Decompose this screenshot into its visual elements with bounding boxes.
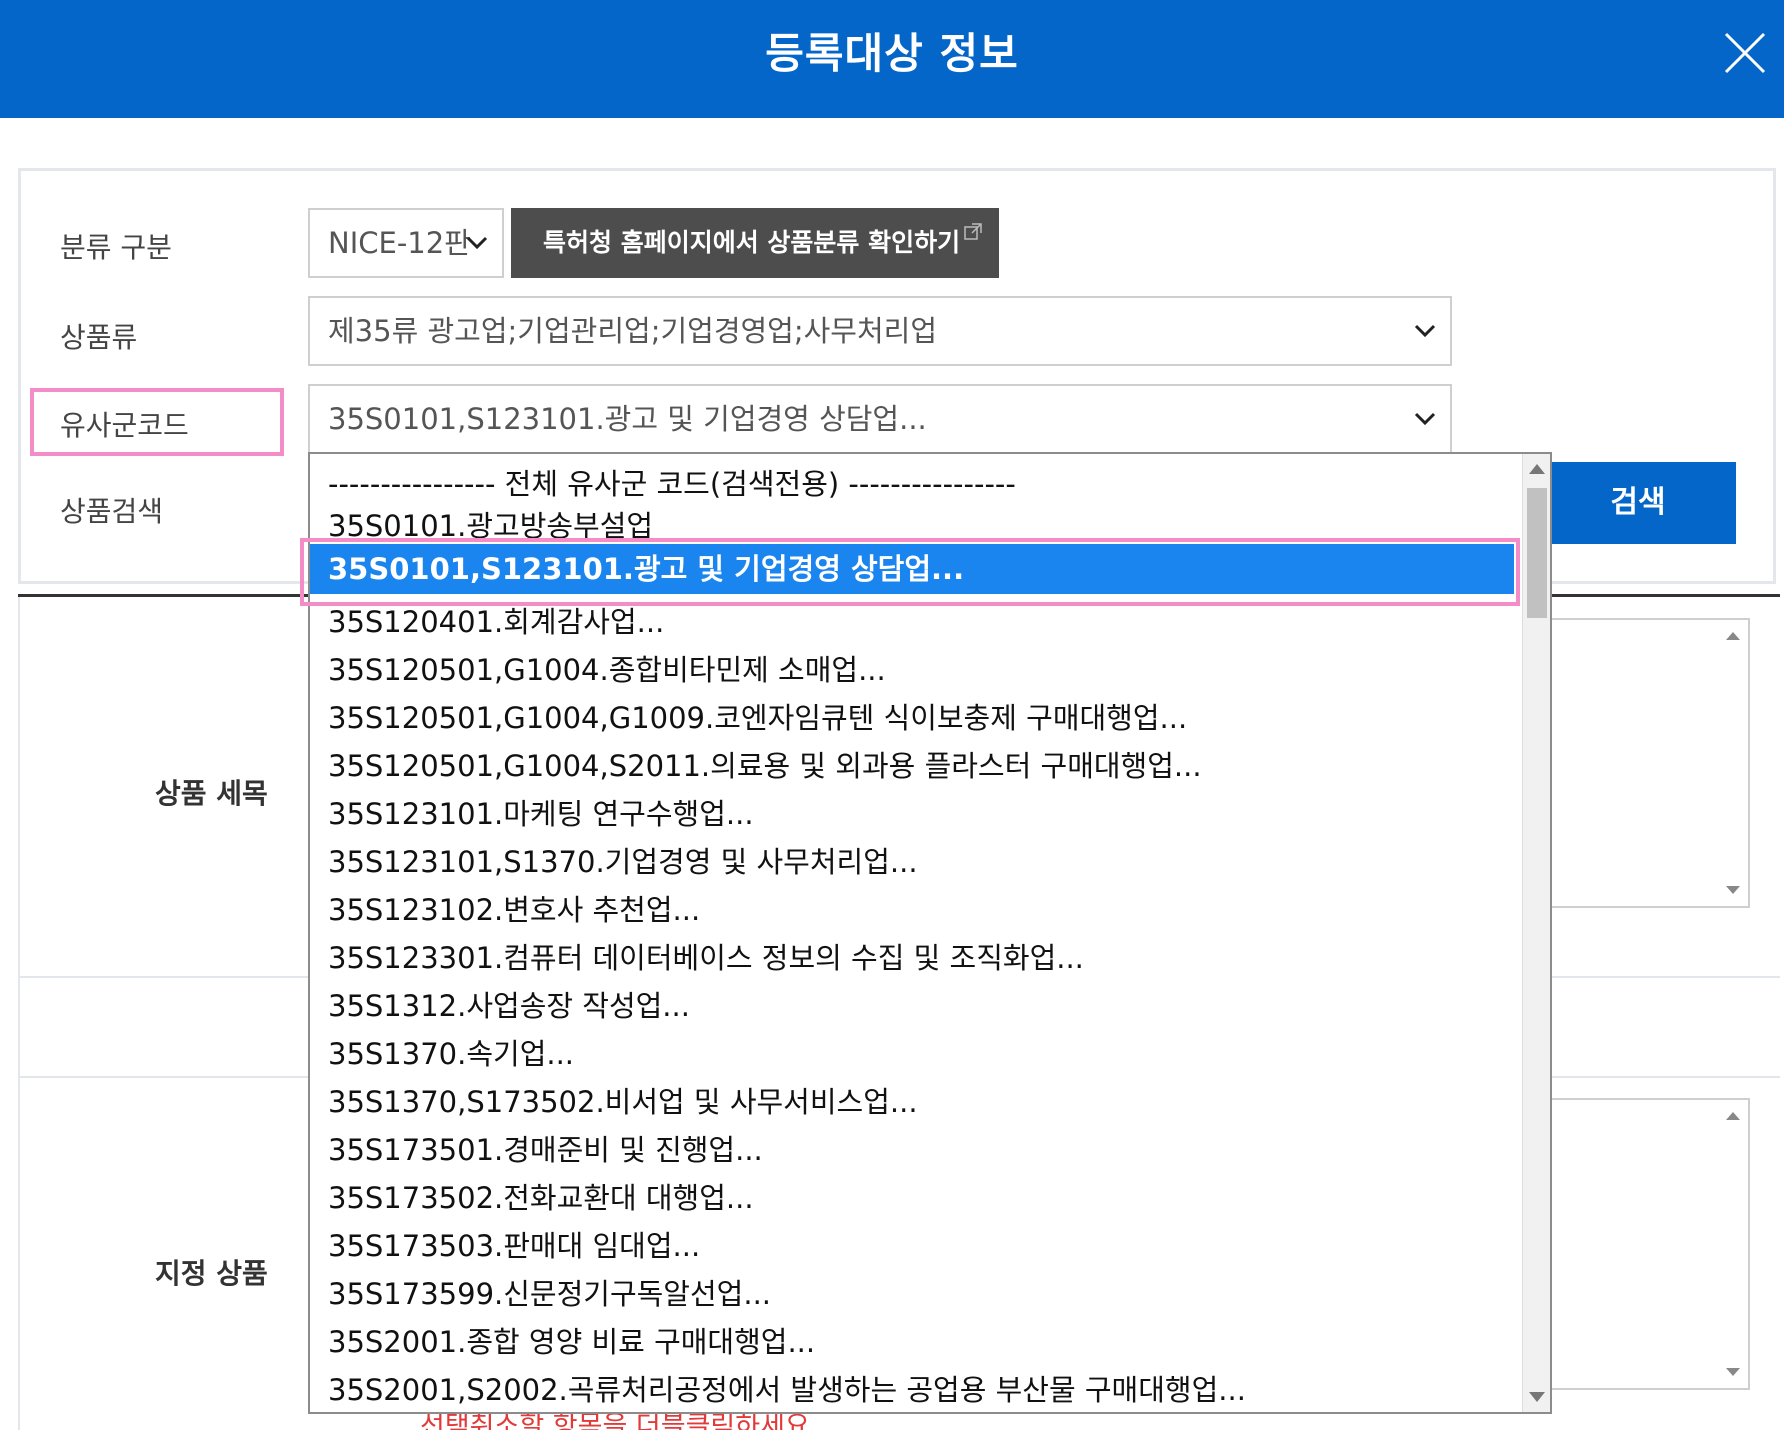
close-icon[interactable] [1720,28,1770,78]
dropdown-option[interactable]: 35S120501,G1004,G1009.코엔자임큐텐 식이보충제 구매대행업… [310,694,1522,742]
dropdown-option[interactable]: 35S120501,G1004.종합비타민제 소매업... [310,646,1522,694]
selected-option-highlight [300,538,1520,606]
scroll-down-icon[interactable] [1726,1368,1740,1376]
goods-detail-listbox[interactable] [1540,618,1750,908]
dropdown-option[interactable]: 35S1312.사업송장 작성업... [310,982,1522,1030]
kipo-link-label: 특허청 홈페이지에서 상품분류 확인하기 [543,228,961,257]
class-type-select[interactable]: NICE-12판 [308,208,504,278]
chevron-down-icon [1414,324,1436,338]
chevron-down-icon [466,236,488,250]
dropdown-option[interactable]: 35S123301.컴퓨터 데이터베이스 정보의 수집 및 조직화업... [310,934,1522,982]
dropdown-option[interactable]: 35S173503.판매대 임대업... [310,1222,1522,1270]
scroll-up-icon[interactable] [1726,632,1740,640]
scroll-up-icon[interactable] [1726,1112,1740,1120]
dialog-title: 등록대상 정보 [765,29,1019,78]
dropdown-option[interactable]: 35S123101.마케팅 연구수행업... [310,790,1522,838]
scrollbar-thumb[interactable] [1527,488,1547,618]
goods-class-select[interactable]: 제35류 광고업;기업관리업;기업경영업;사무처리업 [308,296,1452,366]
kipo-classification-link-button[interactable]: 특허청 홈페이지에서 상품분류 확인하기 [511,208,999,278]
scroll-up-icon[interactable] [1529,464,1545,474]
dropdown-option[interactable]: 35S173502.전화교환대 대행업... [310,1174,1522,1222]
chevron-down-icon [1414,412,1436,426]
scroll-down-icon[interactable] [1726,886,1740,894]
similar-code-select[interactable]: 35S0101,S123101.광고 및 기업경영 상담업... [308,384,1452,454]
class-type-value: NICE-12판 [328,226,471,260]
similar-code-label: 유사군코드 [60,409,189,442]
goods-search-label: 상품검색 [60,495,164,528]
designated-goods-listbox[interactable] [1540,1098,1750,1390]
goods-class-value: 제35류 광고업;기업관리업;기업경영업;사무처리업 [328,314,938,348]
dropdown-option[interactable]: 35S173599.신문정기구독알선업... [310,1270,1522,1318]
dialog-header: 등록대상 정보 [0,0,1784,118]
dropdown-option[interactable]: 35S173501.경매준비 및 진행업... [310,1126,1522,1174]
designated-goods-label: 지정 상품 [155,1257,268,1290]
goods-detail-label: 상품 세목 [155,777,268,810]
scroll-down-icon[interactable] [1529,1392,1545,1402]
dropdown-option[interactable]: 35S123102.변호사 추천업... [310,886,1522,934]
similar-code-value: 35S0101,S123101.광고 및 기업경영 상담업... [328,402,927,436]
goods-class-label: 상품류 [60,321,138,354]
dropdown-scrollbar[interactable] [1522,454,1550,1412]
dropdown-option[interactable]: 35S120501,G1004,S2011.의료용 및 외과용 플라스터 구매대… [310,742,1522,790]
dropdown-option[interactable]: 35S0101.광고방송부설업 [310,502,1522,542]
dropdown-option[interactable]: ---------------- 전체 유사군 코드(검색전용) -------… [310,460,1522,508]
dropdown-option[interactable]: 35S1370,S173502.비서업 및 사무서비스업... [310,1078,1522,1126]
dropdown-option[interactable]: 35S2001,S2002.곡류처리공정에서 발생하는 공업용 부산물 구매대행… [310,1366,1522,1412]
dropdown-option[interactable]: 35S123101,S1370.기업경영 및 사무처리업... [310,838,1522,886]
class-type-label: 분류 구분 [60,231,172,264]
dropdown-option[interactable]: 35S2001.종합 영양 비료 구매대행업... [310,1318,1522,1366]
external-link-icon [964,223,982,240]
dropdown-option[interactable]: 35S1370.속기업... [310,1030,1522,1078]
search-button[interactable]: 검색 [1540,462,1736,544]
